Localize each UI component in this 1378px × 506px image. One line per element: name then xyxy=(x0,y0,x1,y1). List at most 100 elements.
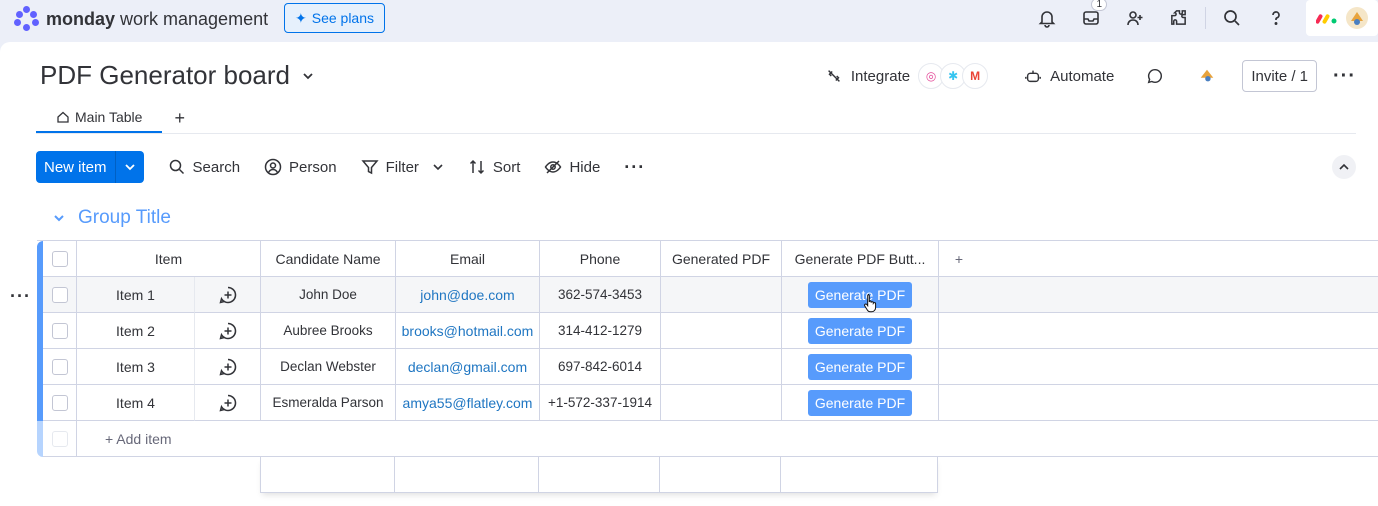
row-checkbox[interactable] xyxy=(51,394,68,411)
bell-icon[interactable] xyxy=(1025,0,1069,36)
add-column-icon[interactable]: + xyxy=(939,241,979,277)
search-icon[interactable] xyxy=(1210,0,1254,36)
tab-main-table[interactable]: Main Table xyxy=(36,103,163,133)
column-header-generated-pdf[interactable]: Generated PDF xyxy=(661,241,782,277)
search-button[interactable]: Search xyxy=(168,158,240,176)
generate-pdf-button[interactable]: Generate PDF xyxy=(808,353,912,380)
apps-icon[interactable] xyxy=(1157,0,1201,36)
email-link[interactable]: brooks@hotmail.com xyxy=(402,323,534,339)
candidate-name-cell[interactable]: John Doe xyxy=(261,277,396,313)
generate-pdf-label: Generate PDF xyxy=(814,286,906,303)
automate-button[interactable]: Automate xyxy=(1016,60,1122,92)
row-filler xyxy=(979,313,1378,349)
candidate-name-cell[interactable]: Aubree Brooks xyxy=(261,313,396,349)
email-link[interactable]: john@doe.com xyxy=(420,287,514,303)
new-item-dropdown[interactable] xyxy=(114,151,144,183)
integrate-button[interactable]: Integrate ◎ ✱ M xyxy=(817,60,996,92)
row-checkbox[interactable] xyxy=(51,322,68,339)
integrate-icon xyxy=(827,70,840,82)
chevron-down-icon[interactable] xyxy=(432,161,444,173)
generated-pdf-cell[interactable] xyxy=(661,277,782,313)
chevron-down-icon xyxy=(303,72,313,79)
generate-pdf-button[interactable]: Generate PDF xyxy=(808,281,912,308)
sort-button[interactable]: Sort xyxy=(468,158,521,176)
generated-pdf-cell[interactable] xyxy=(661,349,782,385)
inbox-icon[interactable]: 1 xyxy=(1069,0,1113,36)
phone-cell[interactable]: +1-572-337-1914 xyxy=(540,385,661,421)
table-row[interactable]: Item 3 Declan Webster declan@gmail.com 6… xyxy=(37,349,1378,385)
person-filter-button[interactable]: Person xyxy=(264,158,337,176)
hide-button[interactable]: Hide xyxy=(544,158,600,176)
email-cell[interactable]: amya55@flatley.com xyxy=(396,385,540,421)
new-item-button[interactable]: New item xyxy=(36,151,144,183)
row-checkbox[interactable] xyxy=(51,286,68,303)
phone-cell[interactable]: 362-574-3453 xyxy=(540,277,661,313)
generated-pdf-cell[interactable] xyxy=(661,385,782,421)
table-row[interactable]: Item 1 John Doe john@doe.com 362-574-345… xyxy=(37,277,1378,313)
add-view-icon[interactable]: + xyxy=(162,103,197,133)
more-options-icon[interactable]: ··· xyxy=(1333,65,1356,88)
item-updates-cell[interactable] xyxy=(195,277,261,313)
email-link[interactable]: declan@gmail.com xyxy=(408,359,527,375)
item-updates-cell[interactable] xyxy=(195,385,261,421)
item-name-cell[interactable]: Item 4 xyxy=(77,385,195,421)
integration-logos: ◎ ✱ M xyxy=(918,63,989,89)
sort-label: Sort xyxy=(492,158,521,176)
column-header-generate-pdf-button[interactable]: Generate PDF Butt... xyxy=(782,241,939,277)
invite-user-icon[interactable] xyxy=(1113,0,1157,36)
phone-cell[interactable]: 697-842-6014 xyxy=(540,349,661,385)
see-plans-button[interactable]: ✦ See plans xyxy=(284,3,386,33)
item-name-cell[interactable]: Item 3 xyxy=(77,349,195,385)
select-all-cell xyxy=(43,241,77,277)
add-item-input[interactable]: + Add item xyxy=(77,421,1378,457)
generated-pdf-cell[interactable] xyxy=(661,313,782,349)
more-actions-icon[interactable]: ··· xyxy=(624,157,645,178)
board-owner-avatar[interactable] xyxy=(1190,60,1224,92)
column-header-item[interactable]: Item xyxy=(77,241,261,277)
avatar xyxy=(1346,7,1368,29)
item-updates-cell[interactable] xyxy=(195,313,261,349)
board-title[interactable]: PDF Generator board xyxy=(40,60,316,91)
candidate-name-cell[interactable]: Declan Webster xyxy=(261,349,396,385)
phone-number: +1-572-337-1914 xyxy=(548,395,652,410)
email-cell[interactable]: declan@gmail.com xyxy=(396,349,540,385)
row-select-cell xyxy=(43,313,77,349)
item-name: Item 3 xyxy=(116,358,155,375)
item-name-cell[interactable]: Item 2 xyxy=(77,313,195,349)
email-link[interactable]: amya55@flatley.com xyxy=(403,395,533,411)
candidate-name: Esmeralda Parson xyxy=(272,395,384,410)
email-cell[interactable]: john@doe.com xyxy=(396,277,540,313)
disabled-checkbox xyxy=(51,430,68,447)
phone-number: 697-842-6014 xyxy=(557,359,643,374)
select-all-checkbox[interactable] xyxy=(51,250,68,267)
candidate-name-cell[interactable]: Esmeralda Parson xyxy=(261,385,396,421)
item-updates-cell[interactable] xyxy=(195,349,261,385)
automate-label: Automate xyxy=(1050,67,1115,85)
row-options-icon[interactable]: ··· xyxy=(10,286,31,307)
generate-pdf-button[interactable]: Generate PDF xyxy=(808,317,912,344)
item-name-cell[interactable]: Item 1 xyxy=(77,277,195,313)
table-row[interactable]: Item 2 Aubree Brooks brooks@hotmail.com … xyxy=(37,313,1378,349)
group-header[interactable]: Group Title xyxy=(52,207,171,229)
column-header-email[interactable]: Email xyxy=(396,241,540,277)
candidate-name: John Doe xyxy=(299,287,357,302)
account-menu[interactable] xyxy=(1306,0,1378,36)
email-cell[interactable]: brooks@hotmail.com xyxy=(396,313,540,349)
updates-button[interactable] xyxy=(1138,60,1172,92)
row-checkbox[interactable] xyxy=(51,358,68,375)
phone-cell[interactable]: 314-412-1279 xyxy=(540,313,661,349)
generate-pdf-label: Generate PDF xyxy=(814,358,906,375)
group-title-text[interactable]: Group Title xyxy=(78,207,171,229)
generate-pdf-cell: Generate PDF xyxy=(782,385,939,421)
filter-button[interactable]: Filter xyxy=(360,158,444,176)
table-row[interactable]: Item 4 Esmeralda Parson amya55@flatley.c… xyxy=(37,385,1378,421)
column-header-phone[interactable]: Phone xyxy=(540,241,661,277)
divider xyxy=(1205,7,1206,29)
generate-pdf-button[interactable]: Generate PDF xyxy=(808,389,912,416)
collapse-header-button[interactable] xyxy=(1332,155,1356,179)
column-header-candidate-name[interactable]: Candidate Name xyxy=(261,241,396,277)
help-icon[interactable] xyxy=(1254,0,1298,36)
monday-logo[interactable]: monday work management xyxy=(14,6,268,32)
candidate-name: Declan Webster xyxy=(280,359,376,374)
invite-button[interactable]: Invite / 1 xyxy=(1242,60,1318,92)
